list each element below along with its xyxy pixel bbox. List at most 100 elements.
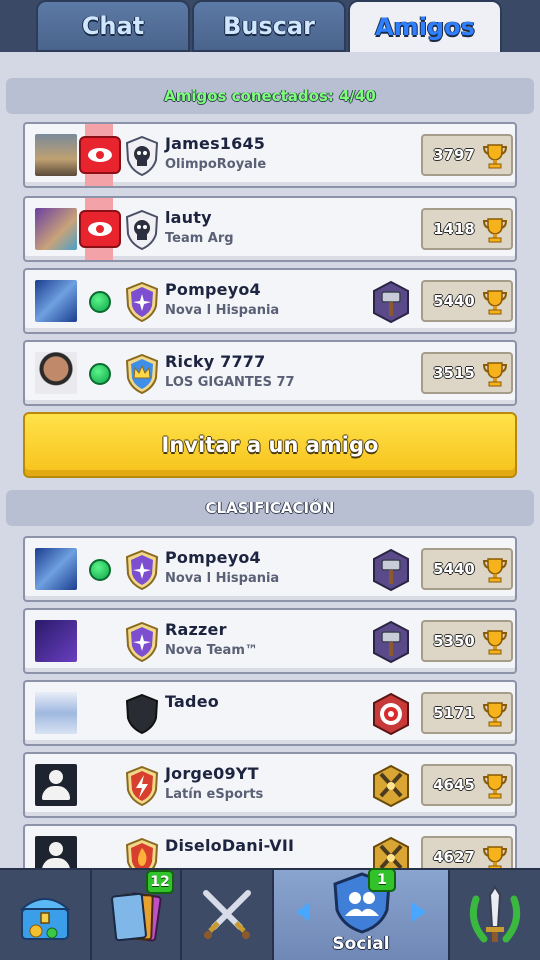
social-notification-badge: 1 (368, 868, 396, 892)
friend-name: Pompeyo4 (165, 280, 261, 299)
default-avatar-icon (35, 836, 77, 868)
avatar (35, 692, 77, 734)
hammer-league-icon (371, 280, 411, 324)
trophy-box: 4627 (421, 836, 513, 868)
friend-name: lauty (165, 208, 212, 227)
friend-row[interactable]: Ricky 7777 LOS GIGANTES 77 3515 (23, 340, 517, 406)
trophy-box: 5171 (421, 692, 513, 734)
watch-battle-button[interactable] (79, 210, 121, 248)
avatar (35, 134, 77, 176)
previous-arrow-icon[interactable] (296, 902, 310, 922)
avatar (35, 620, 77, 662)
ranking-row[interactable]: DiseloDani-VII 4627 (23, 824, 517, 868)
trophy-icon (482, 362, 508, 387)
trophy-icon (482, 290, 508, 315)
trophy-box: 5440 (421, 548, 513, 590)
trophy-count: 1418 (433, 220, 475, 238)
tab-chat[interactable]: Chat (36, 0, 190, 52)
fire-clan-badge-icon (125, 837, 159, 868)
ranking-row[interactable]: Razzer Nova Team™ 5350 (23, 608, 517, 674)
player-name: Jorge09YT (165, 764, 259, 783)
avatar (35, 352, 77, 394)
friends-panel: Amigos conectados: 4/40 James1645 Olimpo… (0, 52, 540, 868)
trophy-icon (482, 218, 508, 243)
chest-icon (19, 898, 71, 940)
tab-amigos-label: Amigos (375, 13, 475, 41)
trophy-box: 3515 (421, 352, 513, 394)
next-arrow-icon[interactable] (412, 902, 426, 922)
ranking-header: CLASIFICACIÓN (6, 490, 534, 526)
friend-row[interactable]: Pompeyo4 Nova l Hispania 5440 (23, 268, 517, 334)
social-label: Social (332, 934, 390, 954)
player-clan: Nova Team™ (165, 643, 258, 658)
online-status-indicator (89, 363, 111, 385)
friend-clan: Nova l Hispania (165, 303, 280, 318)
friend-clan: OlimpoRoyale (165, 157, 267, 172)
purple-clan-badge-icon (125, 621, 159, 663)
trophy-icon (482, 558, 508, 583)
target-league-icon (371, 692, 411, 736)
trophy-box: 5440 (421, 280, 513, 322)
trophy-count: 3515 (433, 364, 475, 382)
ranking-row[interactable]: Tadeo 5171 (23, 680, 517, 746)
trophy-icon (482, 774, 508, 799)
trophy-icon (482, 144, 508, 169)
tab-buscar[interactable]: Buscar (192, 0, 346, 52)
sword-laurel-icon (469, 885, 521, 943)
friend-name: Ricky 7777 (165, 352, 266, 371)
online-status-indicator (89, 559, 111, 581)
trophy-box: 1418 (421, 208, 513, 250)
tab-chat-label: Chat (81, 12, 145, 40)
nav-social[interactable]: 1 Social (274, 868, 450, 960)
trophy-count: 5440 (433, 560, 475, 578)
lightning-clan-badge-icon (125, 765, 159, 807)
purple-clan-badge-icon (125, 549, 159, 591)
skull-clan-badge-icon (125, 135, 159, 177)
cards-notification-badge: 12 (146, 870, 174, 894)
friend-clan: LOS GIGANTES 77 (165, 375, 295, 390)
empty-clan-badge-icon (125, 693, 159, 735)
ranking-row[interactable]: Pompeyo4 Nova l Hispania 5440 (23, 536, 517, 602)
player-clan: Latín eSports (165, 787, 264, 802)
friend-row[interactable]: James1645 OlimpoRoyale 3797 (23, 122, 517, 188)
trophy-count: 5440 (433, 292, 475, 310)
trophy-count: 3797 (433, 146, 475, 164)
trophy-count: 4627 (433, 848, 475, 866)
bottom-nav: 12 1 Social (0, 868, 540, 960)
player-name: Tadeo (165, 692, 219, 711)
purple-clan-badge-icon (125, 281, 159, 323)
skull-clan-badge-icon (125, 209, 159, 251)
friend-name: James1645 (165, 134, 266, 153)
eye-icon (88, 222, 112, 236)
swords-league-icon (371, 836, 411, 868)
trophy-count: 5171 (433, 704, 475, 722)
player-clan: Nova l Hispania (165, 571, 280, 586)
hammer-league-icon (371, 620, 411, 664)
trophy-box: 3797 (421, 134, 513, 176)
tab-buscar-label: Buscar (223, 12, 315, 40)
friend-clan: Team Arg (165, 231, 234, 246)
trophy-icon (482, 702, 508, 727)
eye-icon (88, 148, 112, 162)
player-name: DiseloDani-VII (165, 836, 295, 855)
trophy-box: 4645 (421, 764, 513, 806)
nav-shop[interactable] (0, 870, 92, 960)
nav-cards[interactable]: 12 (92, 870, 182, 960)
friend-row[interactable]: lauty Team Arg 1418 (23, 196, 517, 262)
watch-battle-button[interactable] (79, 136, 121, 174)
trophy-icon (482, 846, 508, 868)
crown-clan-badge-icon (125, 353, 159, 395)
invite-friend-label: Invitar a un amigo (161, 433, 379, 457)
nav-battle[interactable] (182, 870, 274, 960)
avatar (35, 280, 77, 322)
invite-friend-button[interactable]: Invitar a un amigo (23, 412, 517, 478)
ranking-row[interactable]: Jorge09YT Latín eSports 4645 (23, 752, 517, 818)
tab-amigos[interactable]: Amigos (348, 0, 502, 52)
crossed-swords-icon (203, 890, 251, 939)
online-status-indicator (89, 291, 111, 313)
swords-league-icon (371, 764, 411, 808)
avatar (35, 548, 77, 590)
trophy-count: 4645 (433, 776, 475, 794)
top-tab-bar: Chat Buscar Amigos (0, 0, 540, 52)
nav-tournaments[interactable] (450, 870, 540, 960)
